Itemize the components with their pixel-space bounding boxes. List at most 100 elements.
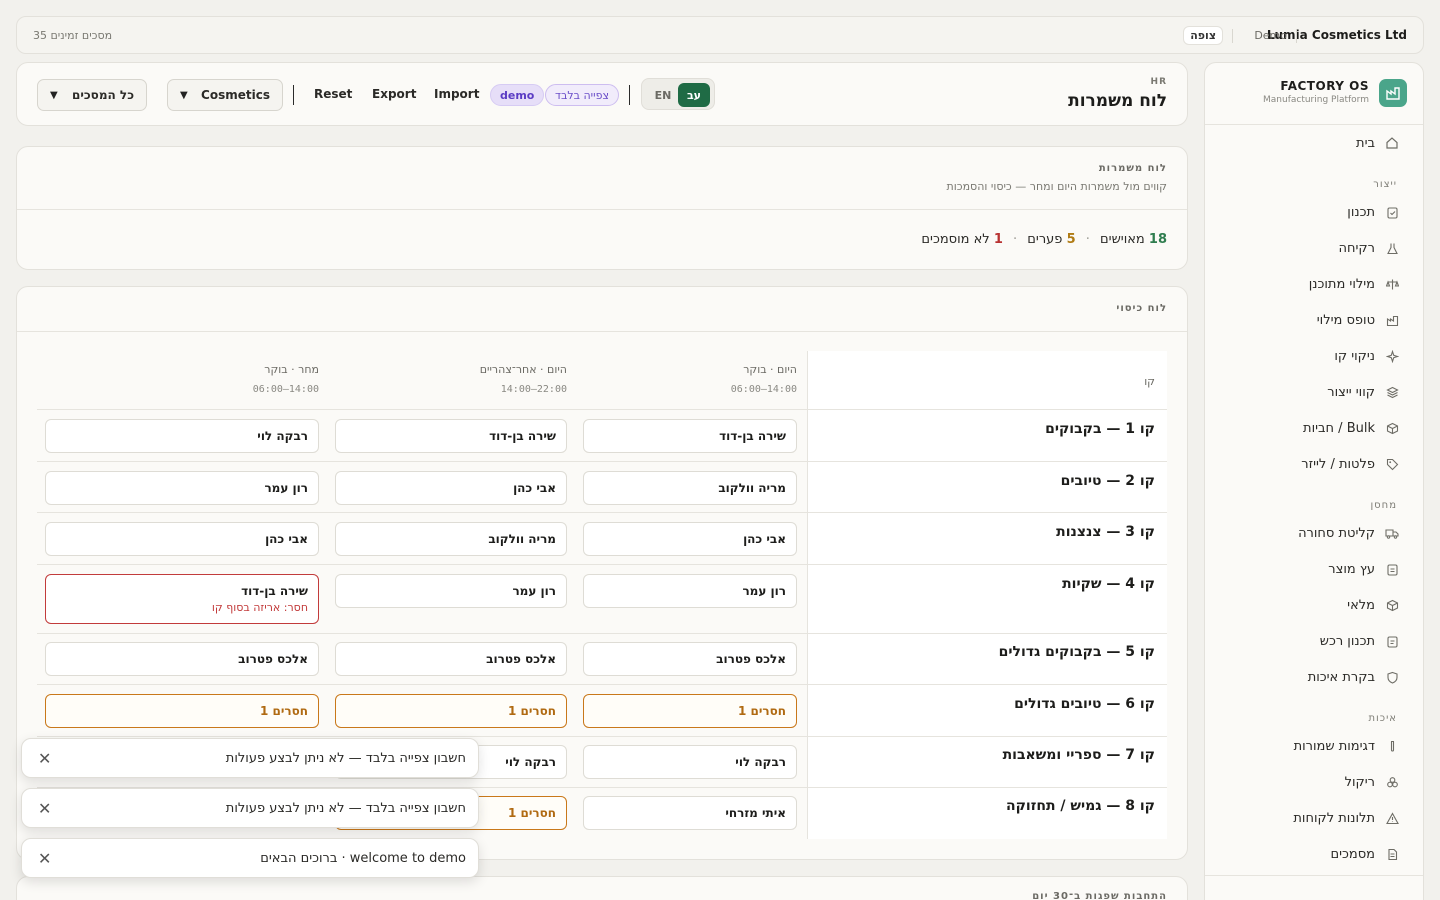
toast-notification: חשבון צפייה בלבד — לא ניתן לבצע פעולות ✕ xyxy=(21,738,479,778)
coverage-eyebrow: לוח כיסוי xyxy=(1116,303,1167,314)
line-name: קו 8 — גמיש / תחזוקה xyxy=(1005,798,1155,814)
sidebar-item-planning[interactable]: תכנון xyxy=(1219,198,1399,226)
gaps-count: 5 xyxy=(1066,232,1076,247)
sidebar-item-quality-control[interactable]: בקרת איכות xyxy=(1219,663,1399,691)
lang-he-button[interactable]: עב xyxy=(678,83,710,107)
sidebar-item-label: תכנון xyxy=(1347,204,1375,220)
row-divider xyxy=(37,736,1167,737)
lang-en-button[interactable]: EN xyxy=(648,83,678,107)
company-name: Lumia Cosmetics Ltd xyxy=(1266,28,1407,42)
shield-icon xyxy=(1385,670,1399,684)
close-icon[interactable]: ✕ xyxy=(38,849,51,868)
close-icon[interactable]: ✕ xyxy=(38,749,51,768)
sidebar-item-label: תכנון רכש xyxy=(1319,633,1375,649)
shift-slot-missing[interactable]: חסרים 1 xyxy=(45,694,319,728)
shift-header-today-afternoon: היום · אחר־צהריים 14:00–22:00 xyxy=(480,363,567,395)
shift-slot[interactable]: מריה וולקוב xyxy=(335,522,567,556)
shift-slot[interactable]: מריה וולקוב xyxy=(583,471,797,505)
toast-notification: ברוכים הבאים · welcome to demo ✕ xyxy=(21,838,479,878)
sidebar-item-label: מסמכים xyxy=(1330,846,1375,862)
sidebar-item-label: פלטות / לייזר xyxy=(1301,456,1375,472)
page-eyebrow: HR xyxy=(1150,77,1167,87)
sidebar-item-bulk[interactable]: חביות / Bulk xyxy=(1219,414,1399,442)
toast-message: חשבון צפייה בלבד — לא ניתן לבצע פעולות xyxy=(225,801,466,816)
sidebar-item-filling-form[interactable]: טופס מילוי xyxy=(1219,306,1399,334)
sidebar-item-label: עץ מוצר xyxy=(1328,561,1375,577)
package-icon xyxy=(1385,598,1399,612)
sidebar-item-compounding[interactable]: רקיחה xyxy=(1219,234,1399,262)
summary-eyebrow: לוח משמרות xyxy=(1098,163,1167,174)
box-icon xyxy=(1385,421,1399,435)
clipboard-check-icon xyxy=(1385,634,1399,648)
shift-slot[interactable]: אלכס פטרוב xyxy=(583,642,797,676)
sidebar-item-pallets[interactable]: פלטות / לייזר xyxy=(1219,450,1399,478)
sidebar-item-production-lines[interactable]: קווי ייצור xyxy=(1219,378,1399,406)
shift-slot[interactable]: רבקה לוי xyxy=(583,745,797,779)
tag-icon xyxy=(1385,457,1399,471)
org-select[interactable]: ▼ Cosmetics xyxy=(167,79,283,111)
screens-select[interactable]: ▼ כל המסכים xyxy=(37,79,147,111)
shift-title: היום · בוקר xyxy=(743,363,797,376)
shift-slot[interactable]: שירה בן-דוד xyxy=(583,419,797,453)
export-button[interactable]: Export xyxy=(372,87,416,101)
shift-slot-missing[interactable]: חסרים 1 xyxy=(583,694,797,728)
sidebar-item-line-cleaning[interactable]: ניקוי קו xyxy=(1219,342,1399,370)
shift-slot[interactable]: שירה בן-דוד xyxy=(335,419,567,453)
close-icon[interactable]: ✕ xyxy=(38,799,51,818)
sidebar-item-label: ניקוי קו xyxy=(1334,348,1375,364)
shift-slot[interactable]: רון עמר xyxy=(583,574,797,608)
clipboard-list-icon xyxy=(1385,562,1399,576)
sidebar-item-label: קווי ייצור xyxy=(1327,384,1375,400)
shift-slot[interactable]: אבי כהן xyxy=(45,522,319,556)
import-button[interactable]: Import xyxy=(434,87,479,101)
shift-title: מחר · בוקר xyxy=(264,363,319,376)
divider xyxy=(293,85,294,105)
test-tube-icon xyxy=(1385,739,1399,753)
shift-slot[interactable]: רבקה לוי xyxy=(45,419,319,453)
separator-dot: · xyxy=(1085,232,1090,247)
line-name: קו 1 — בקבוקים xyxy=(1045,421,1155,437)
sidebar-item-bom[interactable]: עץ מוצר xyxy=(1219,555,1399,583)
warning-icon xyxy=(1385,811,1399,825)
shift-slot-uncertified[interactable]: שירה בן-דוד חסר: אריזה בסוף קו xyxy=(45,574,319,624)
shift-header-tomorrow-morning: מחר · בוקר 06:00–14:00 xyxy=(253,363,319,395)
sidebar-item-recall[interactable]: ריקול xyxy=(1219,768,1399,796)
sidebar-item-planned-filling[interactable]: מילוי מתוכנן xyxy=(1219,270,1399,298)
toast-message: חשבון צפייה בלבד — לא ניתן לבצע פעולות xyxy=(225,751,466,766)
sidebar-item-home[interactable]: בית xyxy=(1219,129,1399,157)
org-select-value: Cosmetics xyxy=(201,88,270,102)
sidebar-item-inventory[interactable]: מלאי xyxy=(1219,591,1399,619)
sidebar-item-label: ריקול xyxy=(1344,774,1375,790)
divider xyxy=(1205,875,1423,876)
sidebar-item-label: חביות / Bulk xyxy=(1303,420,1375,436)
view-only-badge: צפייה בלבד xyxy=(545,84,619,106)
uncertified-label: לא מוסמכים xyxy=(921,232,990,247)
reset-button[interactable]: Reset xyxy=(314,87,352,101)
sidebar-item-documents[interactable]: מסמכים xyxy=(1219,840,1399,868)
shift-slot[interactable]: אלכס פטרוב xyxy=(335,642,567,676)
sidebar-item-retained-samples[interactable]: דגימות שמורות xyxy=(1219,732,1399,760)
sidebar-item-receiving[interactable]: קליטת סחורה xyxy=(1219,519,1399,547)
line-name: קו 7 — ספריי ומשאבות xyxy=(1002,747,1155,763)
missing-cert-note: חסר: אריזה בסוף קו xyxy=(211,601,308,614)
shift-slot[interactable]: רון עמר xyxy=(335,574,567,608)
page-header: HR לוח משמרות עב EN צפייה בלבד demo Impo… xyxy=(16,62,1188,126)
uncertified-count: 1 xyxy=(993,232,1003,247)
line-name: קו 2 — טיובים xyxy=(1060,473,1155,489)
sidebar-brand-sub: Manufacturing Platform xyxy=(1263,95,1369,105)
shift-slot-missing[interactable]: חסרים 1 xyxy=(335,694,567,728)
shift-slot[interactable]: אבי כהן xyxy=(583,522,797,556)
shift-slot[interactable]: רון עמר xyxy=(45,471,319,505)
sidebar-item-procurement[interactable]: תכנון רכש xyxy=(1219,627,1399,655)
sidebar-section-warehouse: מחסן xyxy=(1370,500,1397,511)
staffed-count: 18 xyxy=(1148,232,1167,247)
layers-icon xyxy=(1385,385,1399,399)
screens-count: 35 מסכים זמינים xyxy=(33,29,113,42)
shift-slot[interactable]: אבי כהן xyxy=(335,471,567,505)
sidebar-brand: FACTORY OS xyxy=(1280,79,1369,93)
sidebar-item-label: תלונות לקוחות xyxy=(1293,810,1375,826)
shift-slot[interactable]: איתי מזרחי xyxy=(583,796,797,830)
sidebar-item-complaints[interactable]: תלונות לקוחות xyxy=(1219,804,1399,832)
shift-slot[interactable]: אלכס פטרוב xyxy=(45,642,319,676)
divider xyxy=(629,85,630,105)
